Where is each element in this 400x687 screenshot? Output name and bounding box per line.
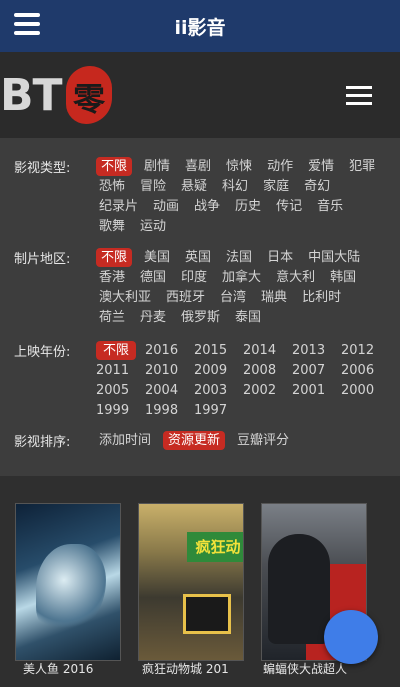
filter-option[interactable]: 2006 [341,361,381,380]
movie-poster[interactable]: 疯狂动 [138,503,244,661]
logo-glyph: 零 [72,80,105,118]
site-logo[interactable]: BT [0,70,63,121]
filter-option[interactable]: 喜剧 [182,157,214,176]
movie-poster[interactable] [15,503,121,661]
filter-option[interactable]: 歌舞 [96,217,128,236]
filter-option[interactable]: 西班牙 [163,288,208,307]
filter-option[interactable]: 台湾 [217,288,249,307]
filter-option[interactable]: 传记 [273,197,305,216]
filter-option[interactable]: 豆瓣评分 [234,431,292,450]
filter-option[interactable]: 2000 [341,381,381,400]
filter-option[interactable]: 爱情 [305,157,337,176]
filter-option[interactable]: 澳大利亚 [96,288,154,307]
filter-option[interactable]: 俄罗斯 [178,308,223,327]
hamburger-icon[interactable] [346,86,372,105]
filter-label: 上映年份: [14,345,71,360]
filter-option[interactable]: 1999 [96,401,136,420]
movie-title[interactable]: 美人鱼 2016 [23,660,129,677]
filter-option[interactable]: 英国 [182,248,214,267]
filter-panel: 影视类型: 不限 剧情 喜剧 惊悚 动作 爱情 犯罪恐怖 冒险 悬疑 科幻 家庭 奇幻纪录片 动画 战争历… [0,138,400,476]
filter-option[interactable]: 2007 [292,361,332,380]
filter-option[interactable]: 不限 [96,248,133,267]
filter-option[interactable]: 2004 [145,381,185,400]
filter-option[interactable]: 科幻 [219,177,251,196]
filter-options: 不限 美国 英国 法国 日本 中国大陆香港 德国 印度 加拿大 意大利 韩国澳大利亚 西班牙 台湾 瑞典比… [96,248,390,328]
filter-option[interactable]: 奇幻 [301,177,333,196]
filter-label: 影视排序: [14,435,71,450]
filter-option[interactable]: 运动 [137,217,169,236]
filter-option[interactable]: 泰国 [232,308,264,327]
filter-option[interactable]: 不限 [96,341,136,360]
filter-label: 影视类型: [14,161,71,176]
filter-option[interactable]: 1997 [194,401,234,420]
filter-option[interactable]: 纪录片 [96,197,141,216]
filter-option[interactable]: 香港 [96,268,128,287]
filter-option[interactable]: 不限 [96,157,133,176]
filter-option[interactable]: 韩国 [327,268,359,287]
filter-option[interactable]: 战争 [191,197,223,216]
logo-badge: 零 [66,66,112,124]
filter-option[interactable]: 丹麦 [137,308,169,327]
filter-option[interactable]: 2001 [292,381,332,400]
filter-option[interactable]: 法国 [223,248,255,267]
filter-option[interactable]: 2002 [243,381,283,400]
poster-sign: 疯狂动 [187,532,243,562]
filter-option[interactable]: 意大利 [273,268,318,287]
filter-label: 制片地区: [14,252,71,267]
filter-option[interactable]: 添加时间 [96,431,154,450]
app-title: ii影音 [174,17,226,39]
filter-options: 不限 2016 2015 2014 2013 20122011 2010 2009 2008 20… [96,341,390,421]
filter-option[interactable]: 印度 [178,268,210,287]
filter-option[interactable]: 日本 [264,248,296,267]
filter-option[interactable]: 音乐 [314,197,346,216]
filter-options: 添加时间 资源更新 豆瓣评分 [96,431,390,451]
filter-option[interactable]: 中国大陆 [305,248,363,267]
filter-option[interactable]: 2011 [96,361,136,380]
filter-option[interactable]: 2008 [243,361,283,380]
poster-art [268,534,330,644]
site-header: BT 零 [0,52,400,138]
filter-option[interactable]: 2010 [145,361,185,380]
filter-option[interactable]: 历史 [232,197,264,216]
filter-option[interactable]: 美国 [141,248,173,267]
filter-option[interactable]: 资源更新 [163,431,226,450]
filter-option[interactable]: 2009 [194,361,234,380]
filter-option[interactable]: 悬疑 [178,177,210,196]
filter-option[interactable]: 1998 [145,401,185,420]
movie-title[interactable]: 疯狂动物城 201 [142,660,248,677]
filter-option[interactable]: 恐怖 [96,177,128,196]
filter-option[interactable]: 2016 [145,341,185,360]
filter-option[interactable]: 惊悚 [223,157,255,176]
filter-option[interactable]: 德国 [137,268,169,287]
filter-option[interactable]: 2014 [243,341,283,360]
filter-option[interactable]: 2012 [341,341,381,360]
filter-option[interactable]: 2013 [292,341,332,360]
filter-option[interactable]: 加拿大 [219,268,264,287]
filter-options: 不限 剧情 喜剧 惊悚 动作 爱情 犯罪恐怖 冒险 悬疑 科幻 家庭 奇幻纪录片 动画 战争 历史 传记 音乐歌… [96,157,390,237]
filter-option[interactable]: 瑞典 [258,288,290,307]
filter-option[interactable]: 犯罪 [346,157,378,176]
poster-art [183,594,231,634]
filter-option[interactable]: 2015 [194,341,234,360]
filter-option[interactable]: 动画 [150,197,182,216]
floating-action-button[interactable] [324,610,378,664]
poster-art [36,544,106,634]
app-bar: ii影音 [0,0,400,52]
filter-option[interactable]: 家庭 [260,177,292,196]
filter-option[interactable]: 比利时 [299,288,344,307]
filter-option[interactable]: 2005 [96,381,136,400]
filter-option[interactable]: 2003 [194,381,234,400]
filter-option[interactable]: 荷兰 [96,308,128,327]
filter-option[interactable]: 冒险 [137,177,169,196]
filter-option[interactable]: 剧情 [141,157,173,176]
filter-option[interactable]: 动作 [264,157,296,176]
